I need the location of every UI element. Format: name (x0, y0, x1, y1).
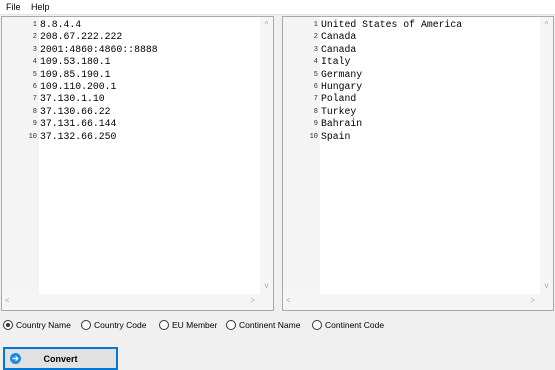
text-line: Bahrain (321, 118, 363, 130)
menu-file[interactable]: File (6, 2, 21, 13)
radio-country-code[interactable]: Country Code (81, 320, 146, 330)
vertical-scrollbar[interactable]: ^ v (260, 17, 273, 294)
text-line: 109.85.190.1 (40, 68, 111, 80)
line-number: 10 (309, 132, 318, 141)
scroll-up-arrow-icon[interactable]: ^ (260, 20, 273, 30)
radio-continent-name[interactable]: Continent Name (226, 320, 300, 330)
scroll-right-arrow-icon[interactable]: > (250, 296, 255, 306)
text-line: Canada (321, 43, 357, 55)
horizontal-scrollbar[interactable]: < > (283, 294, 553, 310)
text-line: 37.130.1.10 (40, 93, 105, 105)
line-number: 9 (313, 120, 318, 129)
vertical-scrollbar[interactable]: ^ v (540, 17, 553, 294)
text-line: Hungary (321, 80, 363, 92)
text-line: Spain (321, 130, 351, 142)
text-line: 37.132.66.250 (40, 130, 117, 142)
line-number: 7 (32, 95, 37, 104)
line-number: 2 (32, 33, 37, 42)
text-line: Canada (321, 31, 357, 43)
line-number: 10 (28, 132, 37, 141)
line-number: 6 (313, 82, 318, 91)
line-number: 5 (32, 70, 37, 79)
radio-button-icon[interactable] (312, 320, 322, 330)
line-number: 8 (313, 107, 318, 116)
scroll-down-arrow-icon[interactable]: v (260, 281, 273, 291)
menu-bar: File Help (0, 0, 555, 15)
line-number: 1 (32, 21, 37, 29)
line-number-gutter: 1 2 3 4 5 6 7 8 9 10 (283, 17, 320, 294)
line-number: 3 (313, 45, 318, 54)
line-number: 8 (32, 107, 37, 116)
result-output-text-area[interactable]: United States of America Canada Canada Ital… (321, 17, 539, 294)
radio-label: Country Code (94, 320, 147, 330)
radio-label: Continent Code (325, 320, 385, 330)
horizontal-scrollbar[interactable]: < > (2, 294, 273, 310)
menu-help[interactable]: Help (31, 2, 50, 13)
scroll-left-arrow-icon[interactable]: < (286, 296, 291, 306)
text-line: 37.130.66.22 (40, 105, 111, 117)
line-number-gutter: 1 2 3 4 5 6 7 8 9 10 (2, 17, 39, 294)
ip-input-editor[interactable]: 1 2 3 4 5 6 7 8 9 10 8.8.4.4 208.67.222.222 2001:48… (1, 16, 274, 311)
text-line: Germany (321, 68, 363, 80)
radio-continent-code[interactable]: Continent Code (312, 320, 384, 330)
line-number: 5 (313, 70, 318, 79)
text-line: 109.110.200.1 (40, 80, 117, 92)
line-number: 6 (32, 82, 37, 91)
text-line: 37.131.66.144 (40, 118, 117, 130)
text-line: 109.53.180.1 (40, 56, 111, 68)
scroll-right-arrow-icon[interactable]: > (530, 296, 535, 306)
radio-button-icon[interactable] (3, 320, 13, 330)
radio-label: Country Name (16, 320, 71, 330)
line-number: 9 (32, 120, 37, 129)
text-line: 2001:4860:4860::8888 (40, 43, 158, 55)
line-number: 3 (32, 45, 37, 54)
line-number: 7 (313, 95, 318, 104)
scroll-up-arrow-icon[interactable]: ^ (540, 20, 553, 30)
text-line: Turkey (321, 105, 357, 117)
line-number: 1 (313, 21, 318, 29)
radio-country-name[interactable]: Country Name (3, 320, 71, 330)
line-number: 2 (313, 33, 318, 42)
radio-eu-member[interactable]: EU Member (159, 320, 217, 330)
radio-button-icon[interactable] (226, 320, 236, 330)
scroll-left-arrow-icon[interactable]: < (5, 296, 10, 306)
output-option-group: Country Name Country Code EU Member Cont… (0, 320, 555, 336)
radio-button-icon[interactable] (159, 320, 169, 330)
text-line: 208.67.222.222 (40, 31, 123, 43)
ip-input-text-area[interactable]: 8.8.4.4 208.67.222.222 2001:4860:4860::888… (40, 17, 259, 294)
text-line: United States of America (321, 19, 463, 30)
radio-label: EU Member (172, 320, 218, 330)
text-line: Italy (321, 56, 351, 68)
text-line: Poland (321, 93, 357, 105)
convert-button[interactable]: ➔ Convert (3, 347, 118, 370)
radio-label: Continent Name (239, 320, 301, 330)
scroll-down-arrow-icon[interactable]: v (540, 281, 553, 291)
radio-button-icon[interactable] (81, 320, 91, 330)
line-number: 4 (32, 58, 37, 67)
result-output-editor[interactable]: 1 2 3 4 5 6 7 8 9 10 United States of America Cana… (282, 16, 554, 311)
line-number: 4 (313, 58, 318, 67)
text-line: 8.8.4.4 (40, 19, 82, 30)
convert-button-label: Convert (43, 354, 78, 364)
